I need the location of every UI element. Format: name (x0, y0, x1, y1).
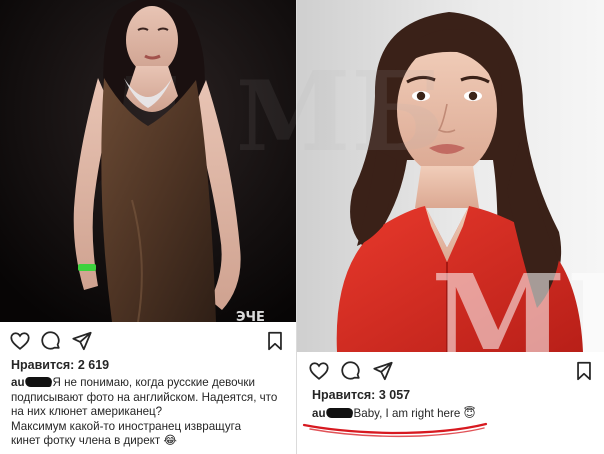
watermark-mb-bottom: МБ (431, 247, 604, 352)
comment-icon[interactable] (40, 330, 62, 352)
share-icon[interactable] (372, 360, 394, 382)
username-redaction (324, 408, 354, 418)
caption-line-3: на них клюнет американец? (11, 405, 163, 419)
username-link[interactable]: au (11, 376, 53, 391)
heart-icon[interactable] (9, 330, 31, 352)
username-redaction (23, 377, 53, 387)
caption-line-2: подписывают фото на английском. Надеятся… (11, 390, 278, 404)
likes-count[interactable]: Нравится: 2 619 (11, 358, 109, 372)
photo-woman-red-shirt: МБ МБ (297, 0, 604, 352)
post-left: МБ ЭЧЕ Нравится: 2 619 auЯ не понимаю, к… (0, 0, 296, 454)
post-action-bar (297, 358, 604, 386)
caption-line-4: Максимум какой-то иностранец извращуга (11, 419, 242, 433)
watermark-mb: МБ (236, 60, 296, 173)
photo-woman-brown-dress: МБ ЭЧЕ (0, 0, 296, 322)
comment-icon[interactable] (340, 360, 362, 382)
post-photo[interactable]: МБ ЭЧЕ (0, 0, 296, 322)
post-right: МБ МБ Нравится: 3 057 auBaby, I am right… (297, 0, 604, 454)
watermark-mb-top: МБ (297, 47, 445, 176)
bookmark-icon[interactable] (573, 360, 595, 382)
caption-line-1: Я не понимаю, когда русские девочки (52, 376, 255, 389)
red-underline-annotation (302, 422, 488, 438)
post-action-bar (0, 328, 296, 356)
photo-overlay-text: ЭЧЕ (236, 310, 265, 322)
bookmark-icon[interactable] (264, 330, 286, 352)
heart-icon[interactable] (308, 360, 330, 382)
caption-line-5: кинет фотку члена в директ 😂 (11, 434, 177, 448)
post-photo[interactable]: МБ МБ (297, 0, 604, 352)
share-icon[interactable] (71, 330, 93, 352)
post-caption: au Я не понимаю, когда русские девочки по… (11, 376, 293, 449)
likes-count[interactable]: Нравится: 3 057 (312, 388, 410, 402)
